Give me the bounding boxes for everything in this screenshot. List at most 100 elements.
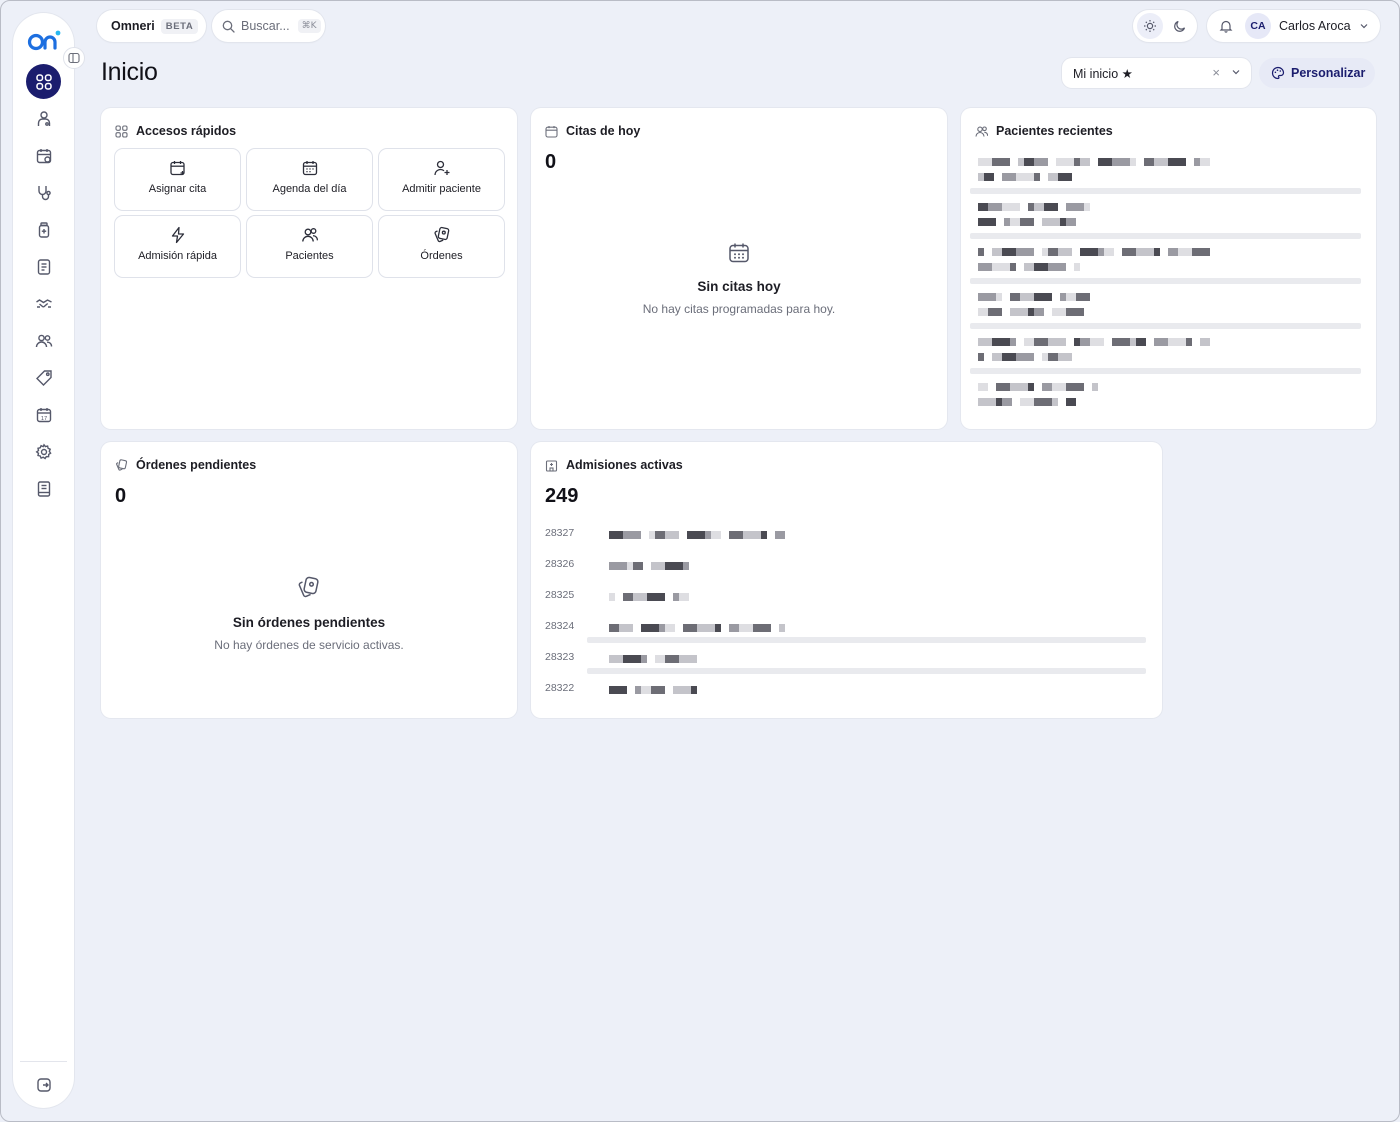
redacted-block	[1024, 263, 1034, 271]
redacted-block	[683, 562, 689, 570]
redacted-block	[1058, 173, 1072, 181]
redacted-block	[1042, 383, 1052, 391]
settings-icon	[35, 442, 52, 459]
clear-icon[interactable]: ×	[1212, 65, 1220, 80]
redacted-block	[623, 655, 641, 663]
redacted-block	[665, 624, 675, 632]
quick-tile-orders[interactable]: Órdenes	[379, 216, 504, 277]
quick-tile-assign-appointment[interactable]: Asignar cita	[115, 149, 240, 210]
handshake-icon	[35, 298, 52, 308]
redacted-block	[988, 203, 1002, 211]
redacted-block	[1002, 203, 1020, 211]
redacted-block	[1154, 338, 1168, 346]
redacted-block	[1066, 383, 1084, 391]
quick-tile-daily-agenda[interactable]: Agenda del día	[247, 149, 372, 210]
redacted-block	[978, 353, 984, 361]
redacted-block	[1056, 158, 1074, 166]
redacted-block	[992, 158, 1010, 166]
redacted-block	[1034, 338, 1048, 346]
sidebar-item-guides[interactable]	[26, 471, 61, 506]
redacted-block	[1192, 248, 1210, 256]
users-icon	[35, 334, 52, 347]
redacted-block	[655, 531, 665, 539]
sidebar-item-pharmacy[interactable]	[26, 212, 61, 247]
redacted-block	[1066, 203, 1084, 211]
redacted-block	[641, 686, 651, 694]
svg-text:17: 17	[40, 415, 46, 421]
sidebar-collapse-button[interactable]	[63, 47, 85, 69]
sidebar-item-agreements[interactable]	[26, 286, 61, 321]
redacted-block	[1104, 248, 1114, 256]
customize-button[interactable]: Personalizar	[1259, 58, 1375, 88]
sidebar-item-calendar[interactable]: 17	[26, 397, 61, 432]
page-title: Inicio	[101, 58, 158, 86]
redacted-block	[1074, 263, 1080, 271]
quick-access-title: Accesos rápidos	[136, 124, 237, 138]
redacted-block	[655, 655, 665, 663]
book-icon	[37, 480, 50, 497]
pending-orders-count: 0	[115, 485, 127, 507]
row-divider	[970, 278, 1361, 284]
pending-orders-header: Órdenes pendientes	[115, 458, 256, 472]
orders-icon	[433, 226, 449, 243]
pending-orders-empty-title: Sin órdenes pendientes	[232, 615, 386, 630]
sidebar-item-appointments[interactable]	[26, 138, 61, 173]
recent-patients-header: Pacientes recientes	[975, 124, 1113, 138]
grid-icon	[115, 124, 128, 138]
sidebar-item-consults[interactable]	[26, 175, 61, 210]
search-icon	[222, 20, 235, 33]
sidebar-logout-button[interactable]	[26, 1067, 61, 1102]
redacted-block	[1048, 173, 1058, 181]
redacted-block	[992, 263, 1010, 271]
dark-mode-button[interactable]	[1167, 13, 1193, 39]
redacted-block	[978, 398, 996, 406]
sidebar-item-patients[interactable]	[26, 101, 61, 136]
pending-orders-empty-subtitle: No hay órdenes de servicio activas.	[214, 638, 404, 652]
redacted-block	[978, 263, 992, 271]
redacted-block	[1020, 293, 1034, 301]
redacted-block	[1042, 218, 1060, 226]
search-placeholder: Buscar...	[241, 19, 290, 33]
omneri-logo[interactable]	[27, 29, 61, 53]
redacted-block	[1154, 158, 1168, 166]
redacted-block	[1076, 293, 1090, 301]
quick-tile-patients[interactable]: Pacientes	[247, 216, 372, 277]
calendar-icon	[545, 125, 558, 138]
redacted-block	[1002, 173, 1016, 181]
redacted-block	[978, 203, 988, 211]
quick-tile-quick-admission[interactable]: Admisión rápida	[115, 216, 240, 277]
redacted-block	[619, 624, 633, 632]
chevron-down-icon[interactable]	[1231, 67, 1241, 77]
redacted-block	[996, 293, 1002, 301]
redacted-block	[1002, 248, 1016, 256]
redacted-block	[1052, 308, 1066, 316]
theme-toggle	[1133, 10, 1197, 42]
appointments-empty-subtitle: No hay citas programadas para hoy.	[642, 302, 836, 316]
search-shortcut-badge: ⌘K	[297, 19, 321, 33]
redacted-block	[1034, 293, 1052, 301]
redacted-block	[1002, 353, 1016, 361]
calendar-icon	[302, 161, 317, 176]
quick-access-header: Accesos rápidos	[115, 124, 236, 138]
appointments-header: Citas de hoy	[545, 124, 640, 138]
search-button[interactable]: Buscar... ⌘K	[212, 10, 325, 42]
sidebar-item-documents[interactable]	[26, 249, 61, 284]
quick-tile-admit-patient[interactable]: Admitir paciente	[379, 149, 504, 210]
light-mode-button[interactable]	[1137, 13, 1163, 39]
palette-icon	[1271, 66, 1285, 80]
redacted-block	[697, 624, 715, 632]
sidebar-item-pricing[interactable]	[26, 360, 61, 395]
dashboard-view-select[interactable]: Mi inicio ★ ×	[1062, 58, 1251, 88]
admissions-title: Admisiones activas	[566, 458, 683, 472]
sidebar-item-dashboard[interactable]	[26, 64, 61, 99]
redacted-block	[978, 218, 996, 226]
sidebar-item-settings[interactable]	[26, 434, 61, 469]
redacted-block	[609, 686, 627, 694]
bell-icon[interactable]	[1219, 19, 1233, 33]
sidebar-item-staff[interactable]	[26, 323, 61, 358]
brand-pill[interactable]: Omneri BETA	[97, 10, 206, 42]
appointments-today-card: Citas de hoy 0 Sin citas hoy No hay cita…	[531, 108, 947, 429]
redacted-block	[633, 562, 643, 570]
user-menu[interactable]: CA Carlos Aroca	[1207, 10, 1380, 42]
document-icon	[37, 258, 50, 275]
